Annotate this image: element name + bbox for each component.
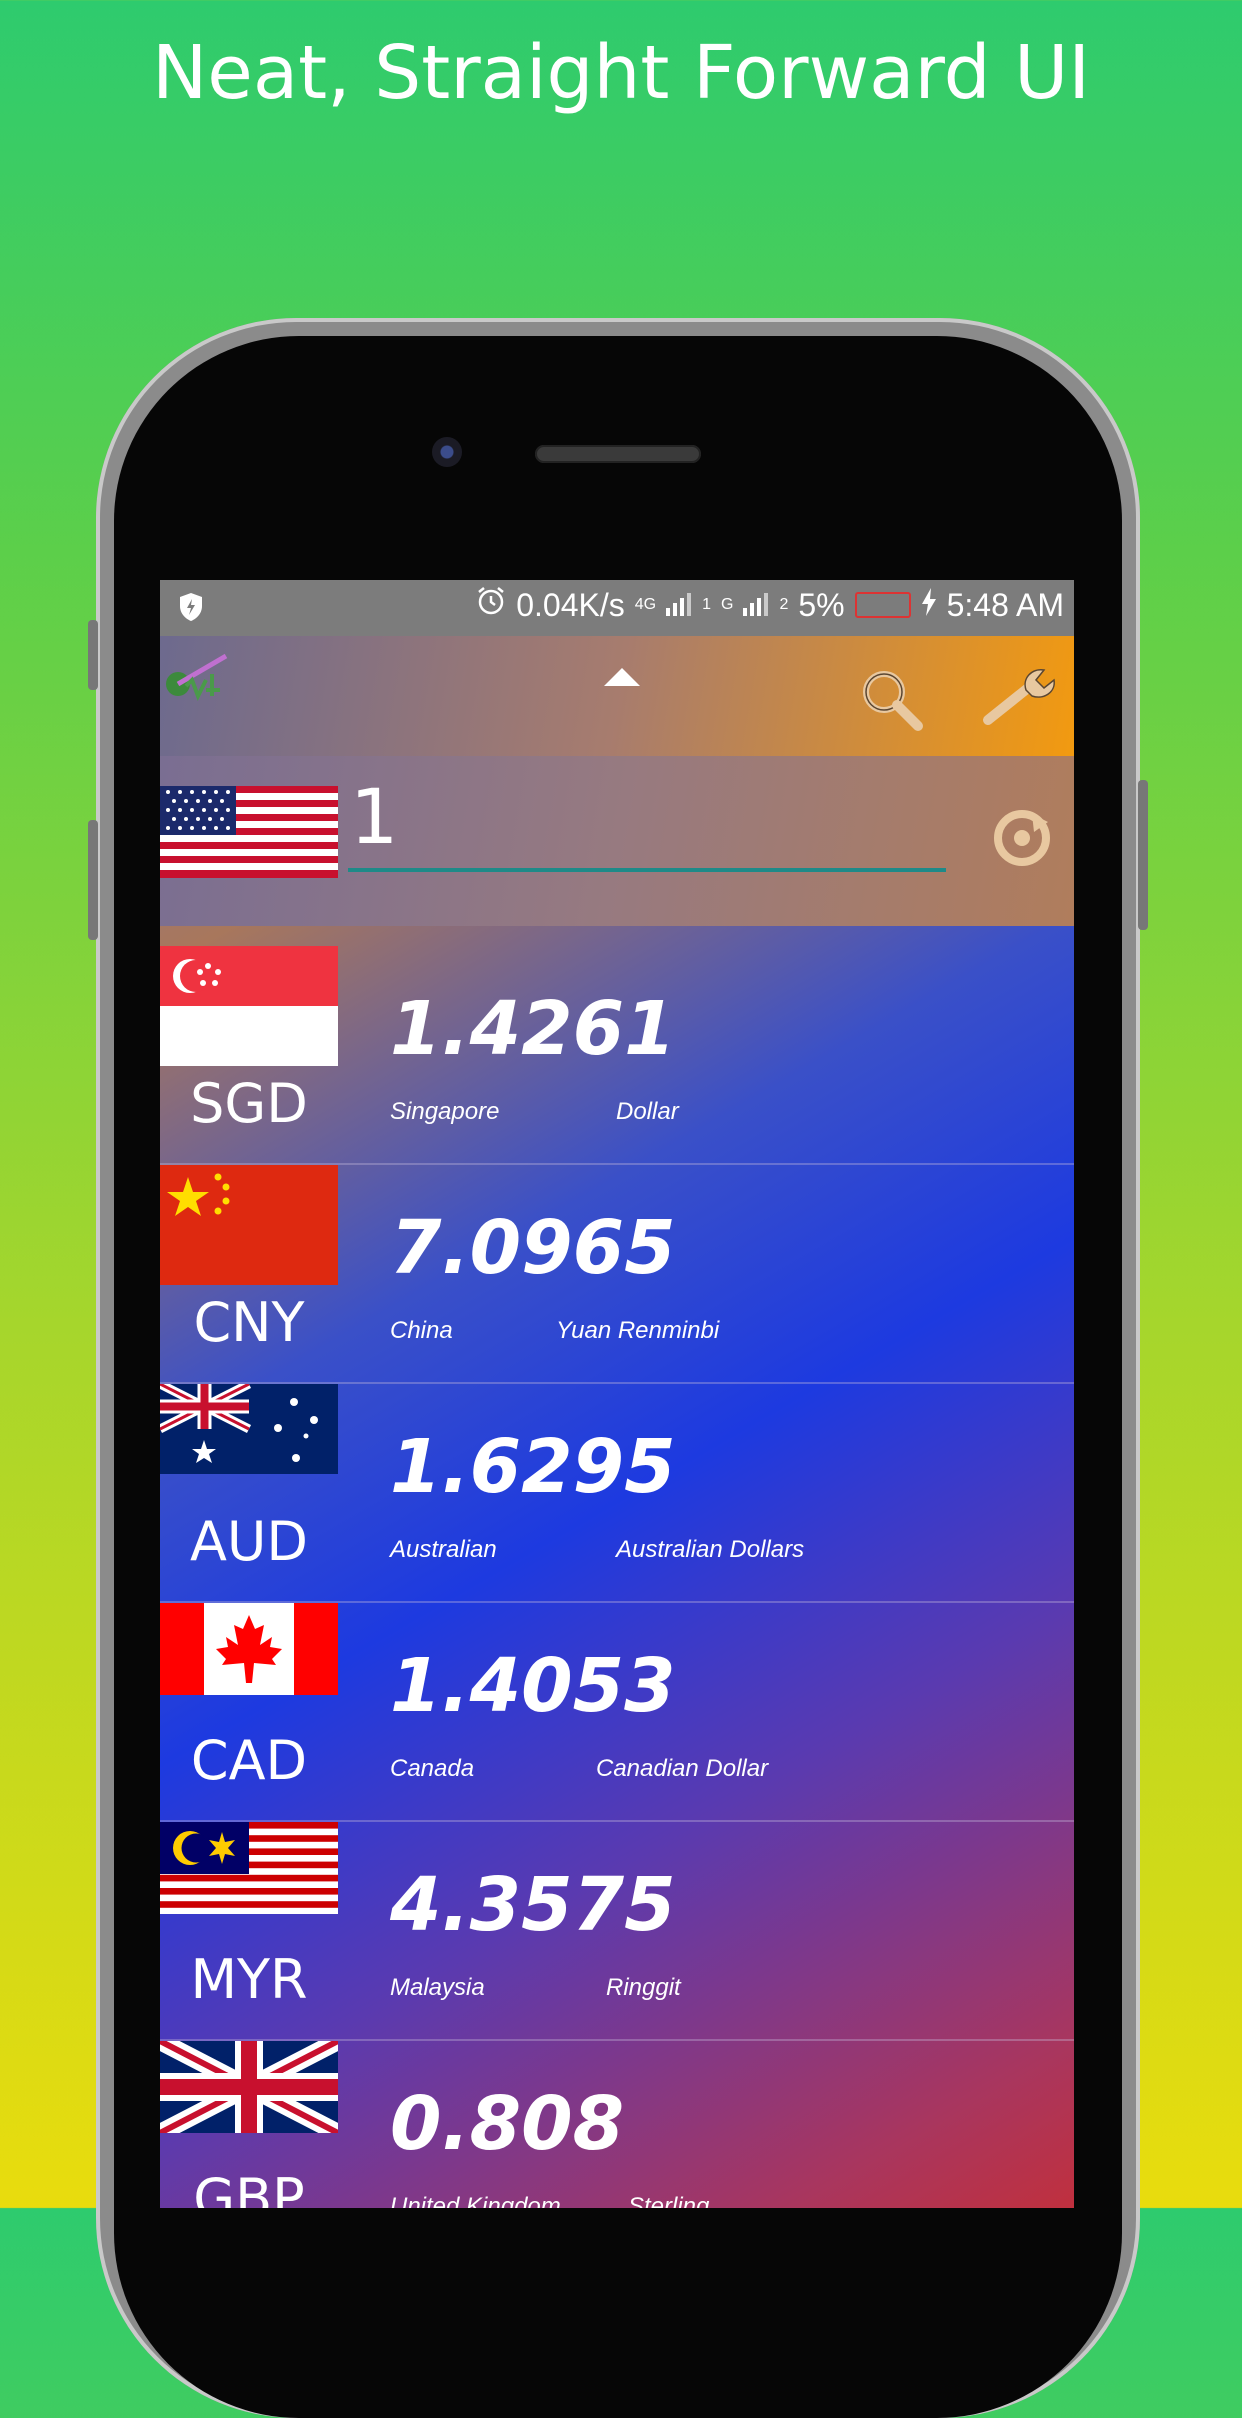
- rate-row-aud[interactable]: AUD 1.6295 Australian Australian Dollars: [160, 1379, 1074, 1603]
- collapse-arrow-icon[interactable]: [602, 664, 642, 693]
- currency-name: Canadian Dollar: [596, 1755, 769, 1782]
- currency-name: Sterling: [628, 2193, 710, 2208]
- phone-side-button: [1138, 780, 1148, 930]
- rate-value: 1.4261: [390, 986, 676, 1072]
- phone-side-button: [88, 820, 98, 940]
- shield-icon: [178, 592, 204, 630]
- app-screen: 0.04K/s 4G 1 G 2 5% 5:48 AM 1 SGD 1.4261…: [160, 580, 1074, 2208]
- refresh-icon[interactable]: [992, 808, 1052, 873]
- alarm-icon: [476, 586, 506, 624]
- currency-name: Yuan Renminbi: [556, 1317, 720, 1344]
- search-icon[interactable]: [860, 668, 924, 737]
- country-name: Australian: [390, 1536, 497, 1563]
- rate-row-cny[interactable]: CNY 7.0965 China Yuan Renminbi: [160, 1165, 1074, 1384]
- currency-code: CAD: [190, 1729, 308, 1792]
- us-flag-icon[interactable]: [160, 786, 338, 878]
- amount-input-row: 1: [160, 756, 1074, 926]
- signal-icon: [666, 587, 692, 624]
- au-flag-icon: [160, 1379, 338, 1504]
- settings-wrench-icon[interactable]: [982, 666, 1058, 731]
- country-name: Canada: [390, 1755, 475, 1782]
- amount-input-underline: [348, 868, 946, 872]
- ca-flag-icon: [160, 1603, 338, 1723]
- cn-flag-icon: [160, 1165, 338, 1285]
- currency-code: SGD: [190, 1072, 308, 1135]
- currency-code: MYR: [190, 1948, 308, 2011]
- app-toolbar: [160, 636, 1074, 756]
- rate-row-gbp[interactable]: GBP 0.808 United Kingdom Sterling: [160, 2033, 1074, 2208]
- currency-name: Australian Dollars: [616, 1536, 805, 1563]
- country-name: China: [390, 1317, 453, 1344]
- rate-value: 4.3575: [390, 1862, 676, 1948]
- battery-icon: [854, 592, 911, 618]
- phone-side-button: [88, 620, 98, 690]
- front-camera: [432, 437, 462, 467]
- my-flag-icon: [160, 1822, 338, 1942]
- rate-value: 0.808: [390, 2081, 625, 2167]
- rate-row-myr[interactable]: MYR 4.3575 Malaysia Ringgit: [160, 1822, 1074, 2041]
- currency-code: GBP: [193, 2167, 305, 2208]
- currency-name: Dollar: [616, 1098, 679, 1125]
- promo-headline: Neat, Straight Forward UI: [151, 30, 1091, 116]
- battery-percent: 5%: [798, 586, 845, 623]
- currency-name: Ringgit: [606, 1974, 681, 2001]
- charging-icon: [921, 587, 937, 624]
- gb-flag-icon: [160, 2033, 343, 2161]
- status-bar: 0.04K/s 4G 1 G 2 5% 5:48 AM: [160, 580, 1074, 636]
- rate-value: 1.4053: [390, 1643, 676, 1729]
- sim-2-label: 2: [779, 596, 789, 613]
- currency-code: AUD: [189, 1510, 309, 1573]
- app-logo-icon[interactable]: [162, 650, 232, 706]
- sim-1-label: 1: [702, 596, 711, 613]
- network-type-1: 4G: [634, 596, 657, 613]
- rate-value: 1.6295: [390, 1424, 676, 1510]
- country-name: Singapore: [390, 1098, 500, 1125]
- amount-input[interactable]: 1: [350, 772, 398, 861]
- currency-code: CNY: [193, 1291, 305, 1354]
- clock: 5:48 AM: [946, 586, 1064, 623]
- network-type-2: G: [720, 596, 734, 613]
- rate-value: 7.0965: [390, 1205, 676, 1291]
- rate-row-cad[interactable]: CAD 1.4053 Canada Canadian Dollar: [160, 1603, 1074, 1822]
- rate-row-sgd[interactable]: SGD 1.4261 Singapore Dollar: [160, 946, 1074, 1165]
- sg-flag-icon: [160, 946, 338, 1066]
- network-speed: 0.04K/s: [516, 586, 625, 623]
- earpiece-speaker: [535, 445, 701, 463]
- rates-list: SGD 1.4261 Singapore Dollar CNY 7.0965 China Yu…: [160, 946, 1074, 2208]
- signal-icon: [743, 587, 769, 624]
- country-name: United Kingdom: [390, 2193, 561, 2208]
- country-name: Malaysia: [390, 1974, 485, 2001]
